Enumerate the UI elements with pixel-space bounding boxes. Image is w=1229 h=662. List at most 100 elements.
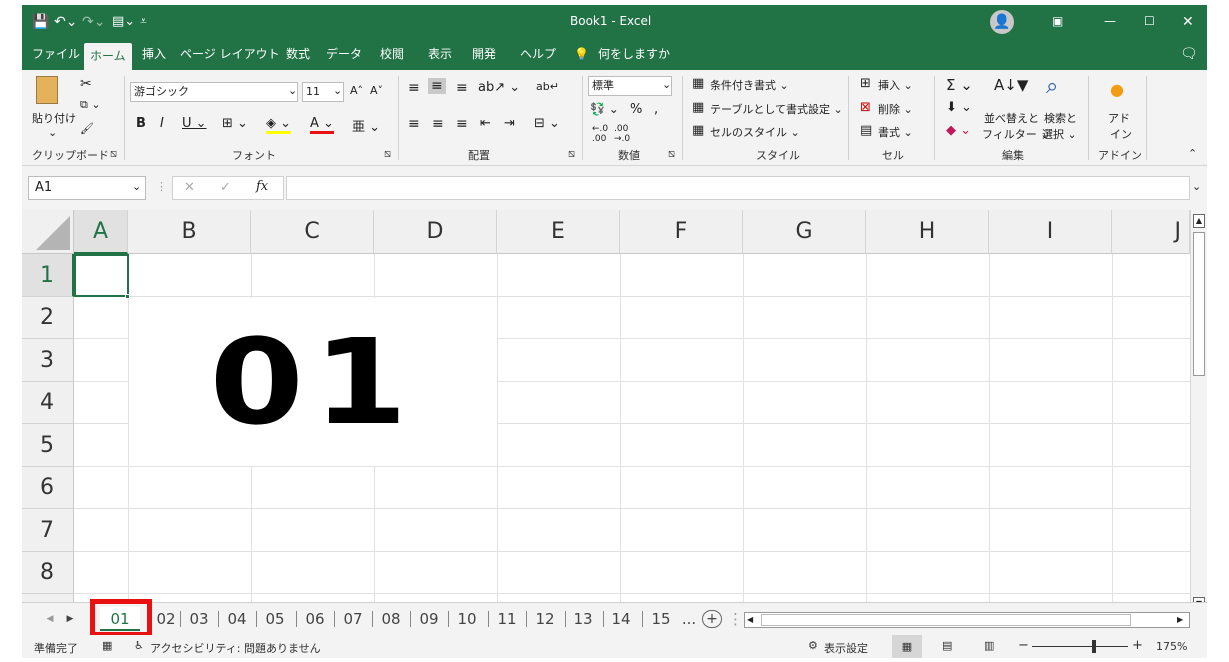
undo-icon[interactable]: ↶⌄	[54, 14, 77, 30]
autosum-icon[interactable]: Σ ⌄	[946, 76, 973, 94]
sheet-tab-08[interactable]: 08	[376, 608, 406, 630]
column-header-d[interactable]: D	[374, 210, 497, 254]
page-break-view-icon[interactable]: ▥	[984, 639, 994, 652]
font-name-dropdown-icon[interactable]: ⌄	[288, 84, 297, 97]
number-format-select[interactable]: 標準	[588, 76, 672, 96]
row-header-9[interactable]: 9	[22, 594, 74, 602]
number-launcher-icon[interactable]: ⧅	[668, 147, 675, 161]
sheet-tab-04[interactable]: 04	[222, 608, 252, 630]
comments-icon[interactable]: 🗨	[1174, 39, 1204, 70]
zoom-level[interactable]: 175%	[1156, 640, 1187, 653]
phonetic-icon[interactable]: 亜 ⌄	[352, 116, 380, 135]
normal-view-icon[interactable]: ▦	[892, 635, 922, 658]
format-painter-icon[interactable]: 🖌	[80, 122, 94, 135]
format-as-table-button[interactable]: テーブルとして書式設定 ⌄	[710, 101, 843, 117]
orientation-icon[interactable]: ab↗ ⌄	[478, 80, 520, 95]
row-header-2[interactable]: 2	[22, 297, 74, 339]
align-bottom-icon[interactable]: ≡	[456, 80, 468, 96]
find-select-icon[interactable]: ⌕	[1046, 74, 1058, 99]
sheet-tab-11[interactable]: 11	[492, 608, 522, 630]
row-header-8[interactable]: 8	[22, 552, 74, 594]
row-header-4[interactable]: 4	[22, 382, 74, 424]
maximize-icon[interactable]: ☐	[1144, 14, 1155, 28]
sheet-tab-06[interactable]: 06	[300, 608, 330, 630]
column-header-b[interactable]: B	[128, 210, 251, 254]
formula-input[interactable]	[286, 176, 1190, 200]
format-as-table-icon[interactable]: ▦	[692, 100, 704, 115]
sheet-tab-12[interactable]: 12	[530, 608, 560, 630]
addin-icon[interactable]: ●	[1110, 80, 1124, 99]
column-header-g[interactable]: G	[743, 210, 866, 254]
tab-developer[interactable]: 開発	[466, 39, 502, 70]
sheet-tab-07[interactable]: 07	[338, 608, 368, 630]
cancel-icon[interactable]: ✕	[184, 180, 195, 195]
align-left-icon[interactable]: ≡	[408, 116, 420, 132]
prev-sheet-icon[interactable]: ◀	[44, 608, 56, 630]
align-top-icon[interactable]: ≡	[408, 80, 420, 96]
font-size-dropdown-icon[interactable]: ⌄	[333, 84, 342, 97]
expand-formula-icon[interactable]: ⌄	[1192, 180, 1201, 193]
insert-function-icon[interactable]: fx	[256, 179, 268, 194]
scroll-up-icon[interactable]: ▲	[1193, 214, 1205, 228]
column-header-i[interactable]: I	[989, 210, 1112, 254]
column-header-e[interactable]: E	[497, 210, 620, 254]
horizontal-scroll-thumb[interactable]	[761, 614, 1131, 626]
row-header-5[interactable]: 5	[22, 424, 74, 467]
name-box-dropdown-icon[interactable]: ⌄	[132, 180, 141, 193]
delete-cells-button[interactable]: 削除 ⌄	[878, 101, 913, 117]
conditional-formatting-button[interactable]: 条件付き書式 ⌄	[710, 77, 789, 93]
sort-filter-label-1[interactable]: 並べ替えと	[984, 110, 1039, 126]
column-header-a[interactable]: A	[74, 210, 128, 254]
font-launcher-icon[interactable]: ⧅	[384, 147, 391, 161]
customize-qat-icon[interactable]: ⩡	[140, 14, 147, 29]
vertical-scroll-thumb[interactable]	[1193, 232, 1205, 376]
font-color-icon[interactable]: A ⌄	[310, 116, 334, 134]
find-select-label-1[interactable]: 検索と	[1044, 110, 1077, 126]
decrease-indent-icon[interactable]: ⇤	[480, 116, 491, 131]
select-all-corner[interactable]	[22, 210, 74, 254]
redo-icon[interactable]: ↷⌄	[82, 14, 105, 30]
next-sheet-icon[interactable]: ▶	[64, 608, 76, 630]
shrink-font-icon[interactable]: A˅	[370, 84, 383, 97]
clear-icon[interactable]: ◆ ⌄	[946, 123, 971, 138]
save-icon[interactable]: 💾	[32, 14, 49, 30]
insert-cells-icon[interactable]: ⊞	[860, 76, 871, 91]
decrease-decimal-icon[interactable]: .00 →.0	[614, 124, 630, 144]
delete-cells-icon[interactable]: ⊠	[860, 100, 871, 115]
find-select-label-2[interactable]: 選択 ⌄	[1042, 126, 1077, 142]
collapse-ribbon-icon[interactable]: ⌃	[1188, 147, 1197, 160]
sheet-tab-03[interactable]: 03	[184, 608, 214, 630]
cell-styles-button[interactable]: セルのスタイル ⌄	[710, 124, 800, 140]
cut-icon[interactable]: ✂	[80, 76, 92, 92]
zoom-out-icon[interactable]: −	[1018, 638, 1029, 653]
macro-record-icon[interactable]: ▦	[102, 639, 112, 652]
row-header-6[interactable]: 6	[22, 467, 74, 509]
row-header-7[interactable]: 7	[22, 509, 74, 552]
tab-splitter-icon[interactable]: ⋮	[728, 608, 743, 630]
sheet-tab-10[interactable]: 10	[452, 608, 482, 630]
tab-home[interactable]: ホーム	[84, 43, 132, 70]
paste-icon[interactable]	[36, 76, 58, 104]
close-icon[interactable]: ✕	[1182, 14, 1194, 30]
tab-data[interactable]: データ	[320, 39, 368, 70]
vertical-scrollbar[interactable]: ▲ ▼	[1190, 210, 1207, 611]
scroll-left-icon[interactable]: ◀	[747, 613, 753, 627]
merge-center-icon[interactable]: ⊟ ⌄	[534, 116, 560, 131]
align-right-icon[interactable]: ≡	[456, 116, 468, 132]
italic-icon[interactable]: I	[160, 116, 164, 131]
align-center-icon[interactable]: ≡	[432, 116, 444, 132]
wrap-text-icon[interactable]: ab↵	[536, 80, 559, 93]
cell-styles-icon[interactable]: ▦	[692, 123, 704, 138]
zoom-in-icon[interactable]: +	[1132, 638, 1143, 653]
account-avatar[interactable]: 👤	[990, 10, 1014, 34]
sheet-tab-09[interactable]: 09	[414, 608, 444, 630]
zoom-slider[interactable]	[1032, 646, 1128, 647]
format-cells-button[interactable]: 書式 ⌄	[878, 124, 913, 140]
align-middle-icon[interactable]: ≡	[428, 78, 446, 94]
page-layout-view-icon[interactable]: ▤	[942, 639, 952, 652]
percent-icon[interactable]: %	[630, 102, 642, 117]
column-header-f[interactable]: F	[620, 210, 743, 254]
sheet-tab-02[interactable]: 02	[152, 608, 180, 630]
sheet-tab-14[interactable]: 14	[606, 608, 636, 630]
name-box[interactable]: A1	[28, 176, 146, 200]
